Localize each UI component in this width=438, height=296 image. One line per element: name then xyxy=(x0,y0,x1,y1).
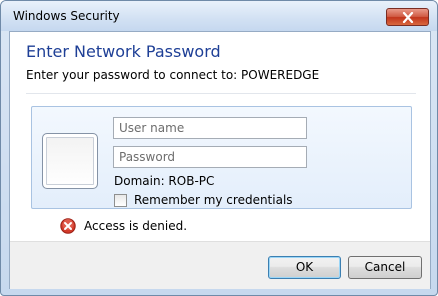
window-title: Windows Security xyxy=(13,9,120,23)
remember-credentials-checkbox[interactable] xyxy=(114,193,127,207)
connect-description: Enter your password to connect to: POWER… xyxy=(26,68,320,82)
error-message: Access is denied. xyxy=(84,219,188,233)
cancel-button[interactable]: Cancel xyxy=(348,256,422,279)
close-button[interactable] xyxy=(386,8,429,26)
title-bar[interactable]: Windows Security xyxy=(1,1,437,31)
dialog-window: Windows Security Enter Network Password … xyxy=(0,0,438,296)
close-icon xyxy=(402,12,414,23)
credential-tile: Domain: ROB-PC Remember my credentials xyxy=(31,106,412,209)
username-input[interactable] xyxy=(113,117,307,139)
separator xyxy=(26,93,416,94)
ok-button[interactable]: OK xyxy=(268,256,341,279)
main-instruction: Enter Network Password xyxy=(26,42,221,61)
error-message-row: Access is denied. xyxy=(60,218,187,234)
dialog-client-area: Enter Network Password Enter your passwo… xyxy=(9,31,431,289)
password-input[interactable] xyxy=(113,146,307,168)
error-x-icon xyxy=(60,218,76,234)
remember-credentials-row[interactable]: Remember my credentials xyxy=(114,193,293,207)
user-tile-avatar xyxy=(42,133,98,189)
button-bar: OK Cancel xyxy=(10,241,430,289)
domain-label: Domain: ROB-PC xyxy=(114,174,215,188)
remember-credentials-label[interactable]: Remember my credentials xyxy=(134,193,293,207)
